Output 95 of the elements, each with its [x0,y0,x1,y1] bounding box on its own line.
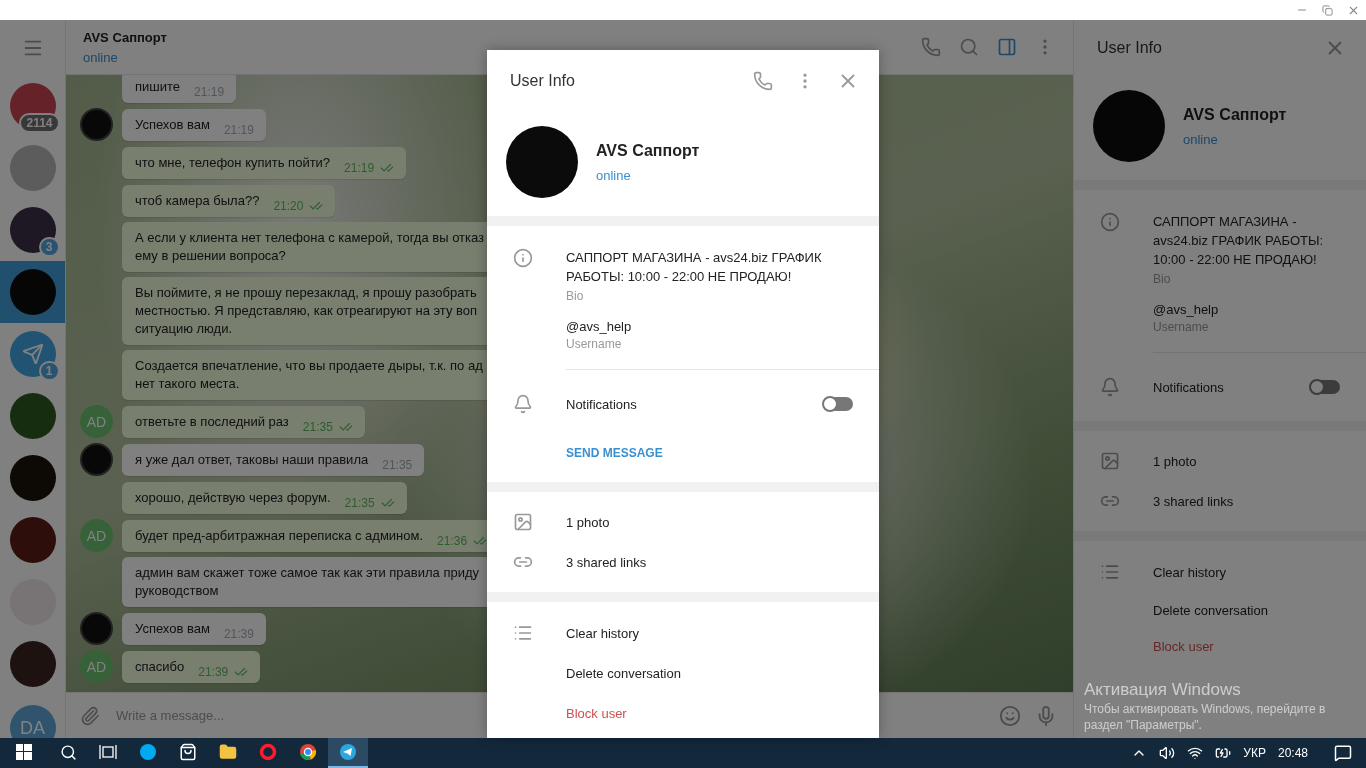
search-icon[interactable] [59,743,77,761]
bell-icon [1100,377,1120,397]
circle-app-icon[interactable] [139,743,157,761]
info-icon [1100,212,1120,232]
message-text: будет пред-арбитражная переписка с админом. [135,527,424,545]
clock[interactable]: 20:48 [1277,746,1308,760]
action-link[interactable]: Delete conversation [1153,602,1268,618]
shopping-bag-icon[interactable] [179,743,197,761]
action-link[interactable]: Clear history [1153,564,1226,580]
action-link[interactable]: Delete conversation [566,665,681,681]
avatar-placeholder [9,269,56,315]
avatar-placeholder [9,393,56,439]
contact-avatar [80,612,113,645]
contact-avatar [80,108,113,141]
notifications-toggle[interactable] [1310,380,1340,394]
message-time: 21:35 [344,496,375,510]
contact-name: AVS Саппорт [1183,105,1287,124]
notification-center-icon[interactable] [1334,744,1352,762]
message-time: 21:36 [437,534,468,548]
bio-label: Bio [566,289,585,303]
language-indicator[interactable]: УКР [1243,746,1266,760]
image-icon [513,512,533,532]
user-avatar: AD [80,405,113,438]
windows-logo-icon[interactable] [16,744,32,760]
panel-title: User Info [1097,39,1162,57]
browser-icon[interactable] [299,743,317,761]
chat-status: online [83,49,119,65]
notifications-label: Notifications [1153,379,1224,395]
notifications-label: Notifications [566,396,637,412]
avatar-placeholder [9,145,56,191]
contact-name: AVS Саппорт [596,141,700,160]
list-icon [1100,562,1120,582]
panel-title: User Info [510,72,575,90]
activation-title: Активация Windows [1084,680,1241,700]
ring-icon[interactable] [259,743,277,761]
message-time: 21:39 [198,665,229,679]
message-time: 21:35 [302,420,333,434]
message-text: Создается впечатление, что вы продаете дыры, т.к. по ад нет такого места. [135,357,483,393]
shared-media-link[interactable]: 1 photo [566,514,610,530]
message-time: 21:20 [273,199,304,213]
chat-item[interactable] [0,261,65,323]
message-text: чтоб камера была?? [135,192,260,210]
image-icon [1100,451,1120,471]
username-text: @avs_help [566,319,633,334]
paperclip-icon[interactable] [80,705,100,726]
contact-avatar [80,443,113,476]
username-label: Username [566,337,623,351]
action-link[interactable]: Block user [1153,638,1214,654]
smile-icon[interactable] [999,704,1021,727]
message-text: Успехов вам [135,620,210,638]
activation-text: Чтобы активировать Windows, перейдите в раздел "Параметры". [1084,701,1327,733]
avatar-placeholder [9,517,56,563]
message-text: Вы поймите, я не прошу перезаклад, я прошу разобрать местностью. Я представляю, как отреагируют на эту воп ситуацию люди. [135,284,478,338]
contact-status: online [1183,131,1219,147]
side-panel-icon[interactable] [997,37,1017,57]
message-time: 21:19 [344,161,375,175]
message-text: Успехов вам [135,116,210,134]
battery-icon[interactable] [1215,745,1232,761]
paper-plane-icon[interactable] [339,743,357,761]
notifications-toggle[interactable] [823,397,853,411]
wifi-icon[interactable] [1187,745,1204,761]
shared-media-link[interactable]: 1 photo [1153,453,1197,469]
bio-text: САППОРТ МАГАЗИНА - avs24.biz ГРАФИК РАБОТЫ: 10:00 - 22:00 НЕ ПРОДАЮ! [566,249,823,286]
action-link[interactable]: Block user [566,705,627,721]
task-view-icon[interactable] [99,744,117,760]
phone-icon[interactable] [753,71,773,91]
avatar-placeholder [9,641,56,687]
message-text: хорошо, действую через форум. [135,489,331,507]
folder-icon[interactable] [219,743,237,761]
username-text: @avs_help [1153,302,1220,317]
bell-icon [513,394,533,414]
message-text: ответьте в последний раз [135,413,289,431]
phone-icon[interactable] [921,37,941,57]
shared-media-link[interactable]: 3 shared links [1153,493,1234,509]
list-icon [513,623,533,643]
restore-icon[interactable] [1322,4,1333,16]
speaker-icon[interactable] [1159,745,1176,761]
action-link[interactable]: Clear history [566,625,639,641]
avatar-placeholder [9,207,56,253]
user-avatar: AD [80,519,113,552]
paper-plane-avatar [9,331,56,377]
unread-badge: 2114 [19,113,60,133]
chat-title: AVS Саппорт [83,29,167,45]
contact-status: online [596,167,632,183]
bio-text: САППОРТ МАГАЗИНА - avs24.biz ГРАФИК РАБОТЫ: 10:00 - 22:00 НЕ ПРОДАЮ! [1153,213,1325,269]
message-text: А если у клиента нет телефона с камерой, тогда вы отказ ему в решении вопроса? [135,229,485,265]
user-avatar: AD [80,650,113,683]
info-icon [513,248,533,268]
avatar-placeholder [9,455,56,501]
message-text: пишите [135,78,181,96]
message-text: что мне, телефон купить пойти? [135,154,331,172]
message-text: спасибо [135,658,185,676]
shared-media-link[interactable]: 3 shared links [566,554,647,570]
message-text: админ вам скажет тоже самое так как эти правила приду руководством [135,564,479,600]
message-text: я уже дал ответ, таковы наши правила [135,451,369,469]
